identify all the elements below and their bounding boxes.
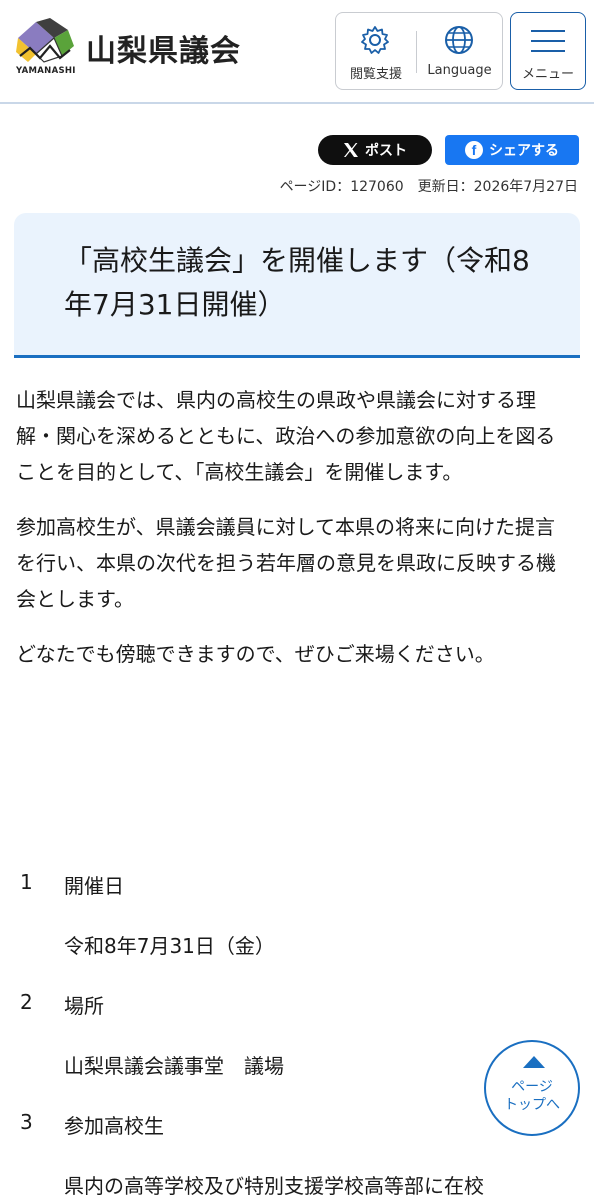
- x-post-label: ポスト: [365, 143, 407, 159]
- language-button[interactable]: Language: [417, 13, 502, 89]
- menu-label: メニュー: [521, 67, 574, 82]
- page-title-box: 「高校生議会」を開催します（令和8年7月31日開催）: [14, 213, 580, 358]
- item-heading: 場所: [64, 994, 104, 1018]
- accessibility-button[interactable]: 閲覧支援: [336, 13, 416, 89]
- paragraph: 山梨県議会では、県内の高校生の県政や県議会に対する理解・関心を深めるとともに、政…: [16, 388, 556, 484]
- site-header: YAMANASHI 山梨県議会 閲覧支援 Language メニュー: [0, 0, 594, 104]
- logo-subtitle: YAMANASHI: [16, 66, 76, 76]
- page-top-label-line1: ページ: [511, 1079, 553, 1095]
- menu-button[interactable]: メニュー: [510, 12, 586, 90]
- x-logo-icon: [344, 143, 358, 157]
- language-label: Language: [427, 63, 492, 78]
- updated-date: 更新日：2026年7月27日: [417, 179, 578, 195]
- gear-icon: [361, 26, 389, 54]
- facebook-logo-icon: f: [465, 141, 483, 159]
- facebook-share-button[interactable]: f シェアする: [445, 135, 579, 165]
- page-top-label-line2: トップへ: [504, 1097, 560, 1113]
- site-logo[interactable]: YAMANASHI 山梨県議会: [14, 16, 262, 80]
- page-id: ページID：127060: [279, 179, 404, 195]
- list-item: 1 開催日 令和8年7月31日（金）: [16, 870, 576, 990]
- accessibility-label: 閲覧支援: [349, 67, 402, 82]
- page-title: 「高校生議会」を開催します（令和8年7月31日開催）: [64, 244, 530, 321]
- yamanashi-mark-icon: [16, 18, 74, 63]
- item-number: 1: [20, 870, 33, 894]
- facebook-share-label: シェアする: [489, 143, 559, 159]
- item-value: 県内の高等学校及び特別支援学校高等部に在校: [64, 1174, 484, 1198]
- x-post-button[interactable]: ポスト: [318, 135, 432, 165]
- item-value: 山梨県議会議事堂 議場: [64, 1054, 284, 1078]
- globe-icon: [445, 26, 473, 54]
- item-heading: 参加高校生: [64, 1114, 164, 1138]
- event-details-list: 1 開催日 令和8年7月31日（金） 2 場所 山梨県議会議事堂 議場 3 参加…: [16, 870, 576, 1200]
- item-heading: 開催日: [64, 874, 124, 898]
- utility-button-group: 閲覧支援 Language: [335, 12, 503, 90]
- page-top-button[interactable]: ページ トップへ: [484, 1040, 580, 1136]
- site-title: 山梨県議会: [86, 34, 241, 69]
- main-content: 山梨県議会では、県内の高校生の県政や県議会に対する理解・関心を深めるとともに、政…: [16, 382, 568, 691]
- paragraph: どなたでも傍聴できますので、ぜひご来場ください。: [16, 642, 495, 666]
- list-item: 3 参加高校生 県内の高等学校及び特別支援学校高等部に在校: [16, 1110, 576, 1200]
- item-number: 3: [20, 1110, 33, 1134]
- paragraph: 参加高校生が、県議会議員に対して本県の将来に向けた提言を行い、本県の次代を担う若…: [16, 515, 556, 611]
- page-meta: ページID：127060 更新日：2026年7月27日: [280, 176, 578, 196]
- arrow-up-icon: [523, 1056, 545, 1068]
- item-value: 令和8年7月31日（金）: [64, 934, 275, 958]
- item-number: 2: [20, 990, 33, 1014]
